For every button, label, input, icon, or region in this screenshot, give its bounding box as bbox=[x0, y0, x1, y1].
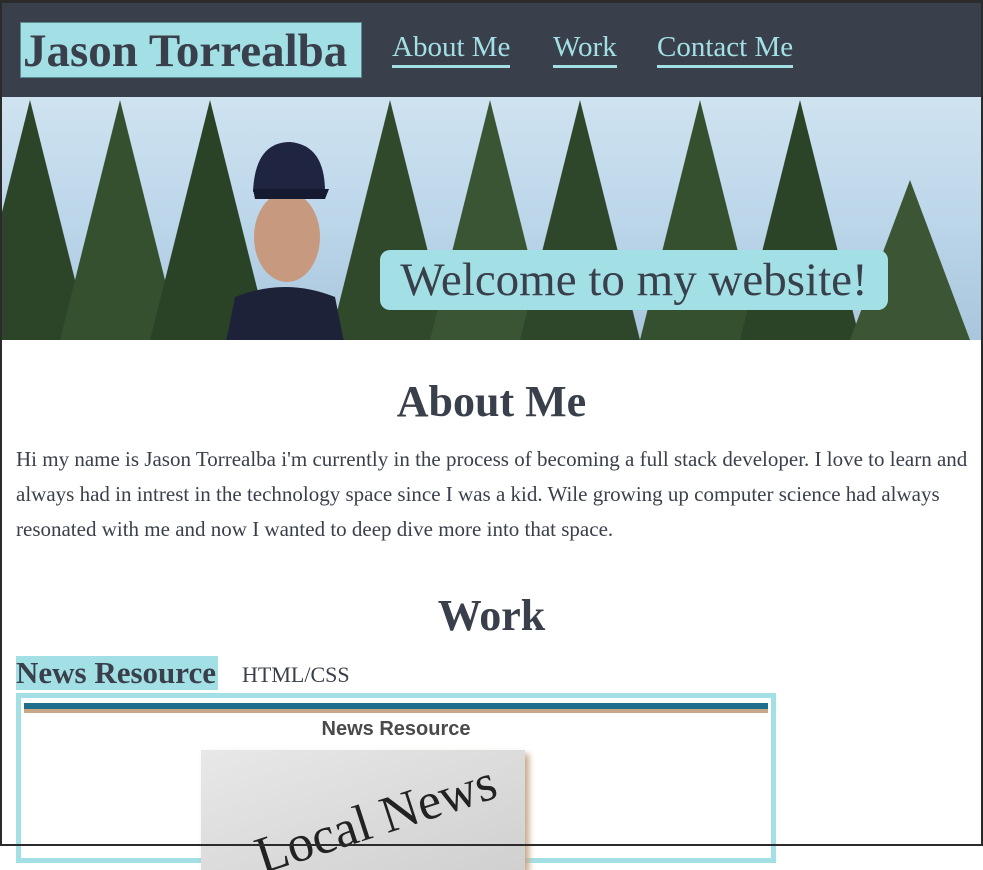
about-heading: About Me bbox=[396, 377, 587, 426]
project-title[interactable]: News Resource bbox=[16, 656, 219, 690]
preview-accent-bar bbox=[24, 709, 768, 713]
profile-photo bbox=[226, 142, 344, 340]
nav-contact-me[interactable]: Contact Me bbox=[657, 30, 794, 68]
news-image-text: Local News bbox=[248, 753, 504, 870]
site-brand: Jason Torrealba bbox=[20, 22, 362, 78]
nav-about-me[interactable]: About Me bbox=[392, 30, 511, 68]
nav-work[interactable]: Work bbox=[553, 30, 617, 68]
preview-title: News Resource bbox=[321, 718, 471, 740]
project-preview-card[interactable]: News Resource Local News bbox=[16, 693, 776, 870]
site-header: Jason Torrealba About Me Work Contact Me bbox=[0, 0, 983, 97]
work-heading: Work bbox=[437, 591, 546, 640]
hero-banner: Welcome to my website! bbox=[0, 97, 983, 340]
news-image: Local News bbox=[201, 750, 525, 870]
about-text: Hi my name is Jason Torrealba i'm curren… bbox=[16, 447, 968, 541]
project-tag: HTML/CSS bbox=[242, 662, 350, 687]
welcome-banner: Welcome to my website! bbox=[380, 250, 888, 310]
